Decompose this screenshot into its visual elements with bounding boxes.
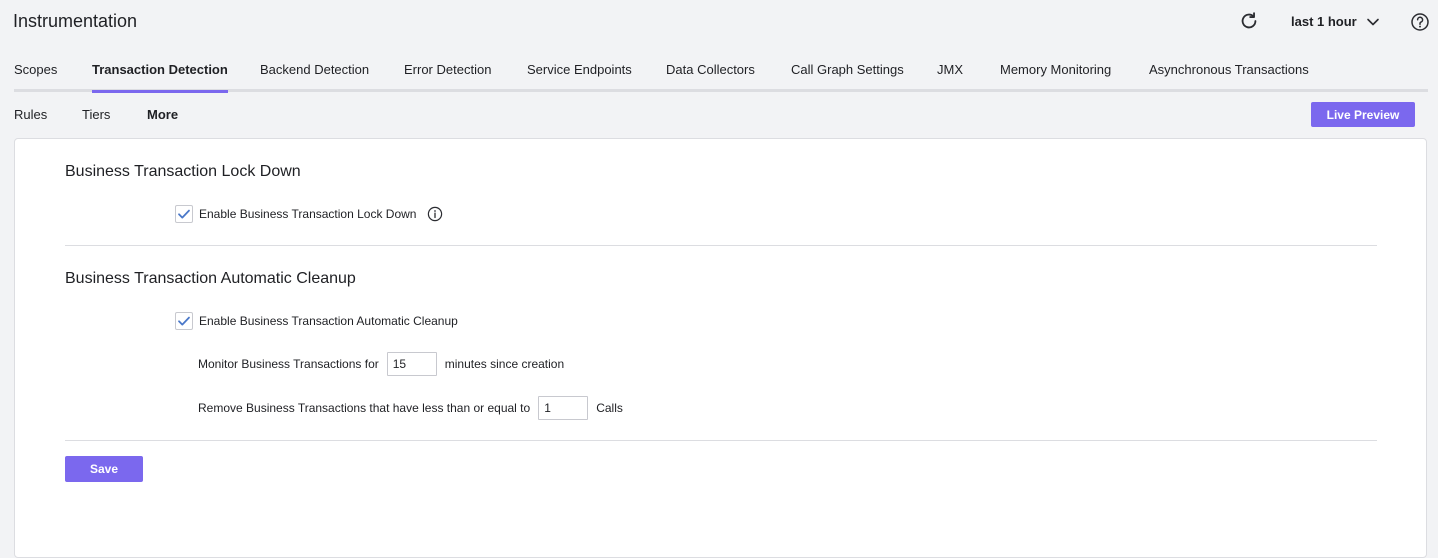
monitor-duration-label: Monitor Business Transactions for: [198, 357, 379, 371]
remove-threshold-input[interactable]: [538, 396, 589, 420]
info-icon[interactable]: [427, 206, 443, 222]
cleanup-checkbox-row: Enable Business Transaction Automatic Cl…: [175, 312, 458, 330]
subnav-tiers[interactable]: Tiers: [82, 107, 110, 122]
cleanup-section-title: Business Transaction Automatic Cleanup: [65, 270, 356, 287]
remove-threshold-suffix: Calls: [596, 401, 623, 415]
live-preview-button[interactable]: Live Preview: [1311, 102, 1415, 127]
lockdown-checkbox[interactable]: [175, 205, 193, 223]
cleanup-checkbox-label: Enable Business Transaction Automatic Cl…: [199, 314, 458, 328]
lockdown-section-title: Business Transaction Lock Down: [65, 163, 301, 180]
tab-scopes[interactable]: Scopes: [14, 62, 57, 92]
chevron-down-icon[interactable]: [1365, 14, 1381, 30]
checkmark-icon: [178, 209, 190, 219]
monitor-duration-row: Monitor Business Transactions for minute…: [198, 352, 564, 376]
tab-asynchronous-transactions[interactable]: Asynchronous Transactions: [1149, 62, 1309, 92]
tab-data-collectors[interactable]: Data Collectors: [666, 62, 755, 92]
tab-call-graph-settings[interactable]: Call Graph Settings: [791, 62, 904, 92]
app-header: Instrumentation last 1 hour: [0, 0, 1438, 44]
monitor-duration-input[interactable]: [386, 352, 437, 376]
checkmark-icon: [178, 316, 190, 326]
lockdown-checkbox-row: Enable Business Transaction Lock Down: [175, 205, 443, 223]
time-range-selector[interactable]: last 1 hour: [1291, 14, 1357, 29]
remove-threshold-label: Remove Business Transactions that have l…: [198, 401, 531, 415]
cleanup-checkbox[interactable]: [175, 312, 193, 330]
main-tabs: Scopes Transaction Detection Backend Det…: [14, 44, 1428, 93]
section-divider: [65, 245, 1377, 246]
monitor-duration-suffix: minutes since creation: [444, 357, 565, 371]
remove-threshold-row: Remove Business Transactions that have l…: [198, 396, 623, 420]
tab-memory-monitoring[interactable]: Memory Monitoring: [1000, 62, 1111, 92]
lockdown-checkbox-label: Enable Business Transaction Lock Down: [199, 207, 417, 221]
tab-backend-detection[interactable]: Backend Detection: [260, 62, 369, 92]
settings-panel: Business Transaction Lock Down Enable Bu…: [14, 138, 1427, 558]
tab-jmx[interactable]: JMX: [937, 62, 963, 92]
help-icon[interactable]: [1410, 12, 1430, 32]
page-title: Instrumentation: [13, 11, 138, 31]
refresh-icon[interactable]: [1238, 10, 1260, 32]
tab-service-endpoints[interactable]: Service Endpoints: [527, 62, 632, 92]
tab-error-detection[interactable]: Error Detection: [404, 62, 491, 92]
save-button[interactable]: Save: [65, 456, 143, 482]
section-divider: [65, 440, 1377, 441]
subnav-more[interactable]: More: [147, 107, 178, 122]
subnav-rules[interactable]: Rules: [14, 107, 47, 122]
tab-transaction-detection[interactable]: Transaction Detection: [92, 62, 228, 93]
